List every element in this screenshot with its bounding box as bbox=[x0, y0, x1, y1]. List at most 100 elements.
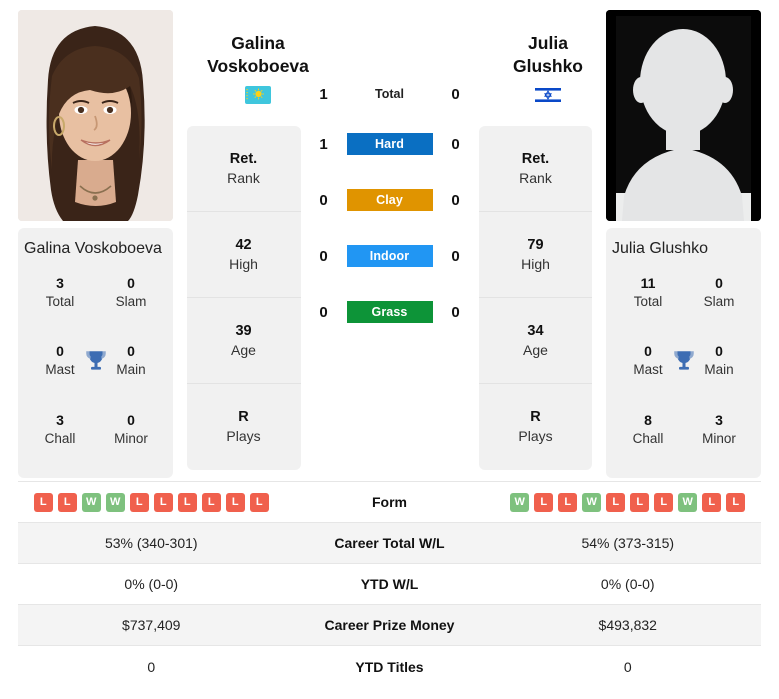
comparison-stats-table: LLWWLLLLLL Form WLLWLLLWLL 53% (340-301)… bbox=[18, 481, 761, 687]
stat-label: Career Total W/L bbox=[334, 535, 445, 551]
title-stat-label: Slam bbox=[115, 293, 147, 309]
flag-kazakhstan-icon bbox=[245, 85, 271, 104]
h2h-right-score: 0 bbox=[451, 247, 460, 265]
info-cell-plays: R Plays bbox=[187, 384, 301, 470]
left-player-last-name: Voskoboeva bbox=[207, 55, 309, 76]
h2h-left-score: 0 bbox=[319, 303, 328, 321]
form-badge-win[interactable]: W bbox=[582, 492, 602, 512]
title-stat-label: Mast bbox=[633, 362, 663, 378]
h2h-left-score: 0 bbox=[319, 191, 328, 209]
h2h-surface-label: Total bbox=[375, 87, 404, 101]
info-label: Rank bbox=[519, 169, 552, 186]
surface-badge-grass[interactable]: Grass bbox=[346, 301, 433, 323]
title-stat-label: Chall bbox=[44, 430, 76, 446]
info-label: Plays bbox=[226, 428, 261, 445]
title-stat: 0 Main bbox=[105, 342, 157, 379]
form-badge-loss[interactable]: L bbox=[534, 492, 554, 512]
title-stat: 0 Slam bbox=[693, 274, 745, 311]
surface-badge-indoor[interactable]: Indoor bbox=[346, 245, 433, 267]
h2h-left-score: 0 bbox=[319, 247, 328, 265]
info-label: High bbox=[229, 255, 258, 272]
titles-row: 3 Total 0 Slam bbox=[24, 274, 167, 311]
title-stat-label: Minor bbox=[114, 430, 148, 446]
right-player-last-name: Glushko bbox=[512, 55, 583, 76]
h2h-right-score: 0 bbox=[451, 135, 460, 153]
title-stat-label: Total bbox=[45, 293, 75, 309]
title-stat-value: 11 bbox=[640, 274, 656, 291]
title-stat: 0 Mast bbox=[34, 342, 86, 379]
title-stat-label: Mast bbox=[45, 362, 75, 378]
form-badge-loss[interactable]: L bbox=[630, 492, 650, 512]
left-player-column: Galina Voskoboeva 3 Total 0 Slam 0 Mast … bbox=[18, 10, 173, 478]
h2h-row-grass: 0 Grass 0 bbox=[301, 284, 479, 340]
left-player-photo[interactable] bbox=[18, 10, 173, 221]
form-badge-win[interactable]: W bbox=[81, 492, 101, 512]
h2h-right-score: 0 bbox=[451, 191, 460, 209]
info-cell-rank: Ret. Rank bbox=[478, 126, 593, 212]
title-stat-label: Main bbox=[704, 362, 734, 378]
form-badge-loss[interactable]: L bbox=[654, 492, 674, 512]
titles-row: 11 Total 0 Slam bbox=[612, 274, 755, 311]
stat-label: Career Prize Money bbox=[324, 617, 455, 633]
table-row-career-prize-money: $737,409 Career Prize Money $493,832 bbox=[18, 605, 761, 646]
title-stat: 3 Total bbox=[34, 274, 86, 311]
title-stat-value: 3 bbox=[56, 412, 64, 429]
title-stat-value: 8 bbox=[644, 412, 652, 429]
info-value: 79 bbox=[527, 236, 544, 253]
form-badge-loss[interactable]: L bbox=[153, 492, 173, 512]
stat-label: Form bbox=[372, 494, 407, 510]
right-player-column: Julia Glushko 11 Total 0 Slam 0 Mast 0 M… bbox=[606, 10, 761, 478]
form-badge-loss[interactable]: L bbox=[558, 492, 578, 512]
info-label: Age bbox=[231, 341, 256, 358]
right-player-first-name: Julia bbox=[528, 33, 568, 53]
title-stat-value: 0 bbox=[127, 274, 135, 291]
form-badge-win[interactable]: W bbox=[678, 492, 698, 512]
surface-badge-hard[interactable]: Hard bbox=[346, 133, 433, 155]
title-stat-value: 3 bbox=[56, 274, 64, 291]
title-stat-value: 0 bbox=[715, 343, 723, 360]
flag-israel-icon bbox=[535, 85, 561, 104]
form-badge-loss[interactable]: L bbox=[201, 492, 221, 512]
info-cell-rank: Ret. Rank bbox=[186, 126, 301, 212]
column-spacer bbox=[173, 10, 187, 478]
titles-row: 3 Chall 0 Minor bbox=[24, 411, 167, 448]
left-stat-value: 53% (340-301) bbox=[104, 535, 198, 551]
trophy-icon bbox=[671, 348, 697, 374]
right-stat-value: 54% (373-315) bbox=[581, 535, 675, 551]
form-badge-loss[interactable]: L bbox=[57, 492, 77, 512]
form-badge-loss[interactable]: L bbox=[129, 492, 149, 512]
info-cell-plays: R Plays bbox=[479, 384, 593, 470]
form-badge-loss[interactable]: L bbox=[33, 492, 53, 512]
stat-label: YTD W/L bbox=[360, 576, 419, 592]
form-badge-loss[interactable]: L bbox=[702, 492, 722, 512]
title-stat: 11 Total bbox=[622, 274, 674, 311]
info-label: Plays bbox=[518, 428, 553, 445]
form-badge-loss[interactable]: L bbox=[606, 492, 626, 512]
left-player-titles-card: Galina Voskoboeva 3 Total 0 Slam 0 Mast … bbox=[18, 228, 173, 478]
right-form-badges: WLLWLLLWLL bbox=[495, 492, 762, 512]
info-value: R bbox=[238, 409, 249, 426]
surface-badge-clay[interactable]: Clay bbox=[346, 189, 433, 211]
form-badge-loss[interactable]: L bbox=[177, 492, 197, 512]
title-stat: 8 Chall bbox=[622, 411, 674, 448]
left-stat-value: $737,409 bbox=[122, 617, 181, 633]
form-badge-loss[interactable]: L bbox=[726, 492, 746, 512]
right-stat-value: $493,832 bbox=[598, 617, 657, 633]
title-stat-value: 0 bbox=[715, 274, 723, 291]
table-row-career-total-wl: 53% (340-301) Career Total W/L 54% (373-… bbox=[18, 523, 761, 564]
avatar-placeholder-icon bbox=[606, 10, 761, 221]
head-to-head-table: 1 Total 0 1 Hard 0 0 Clay 0 0 Indoor 0 0… bbox=[301, 72, 479, 340]
right-player-name-block[interactable]: Julia Glushko bbox=[478, 32, 618, 104]
form-badge-win[interactable]: W bbox=[105, 492, 125, 512]
form-badge-loss[interactable]: L bbox=[249, 492, 269, 512]
form-badge-loss[interactable]: L bbox=[225, 492, 245, 512]
right-player-photo[interactable] bbox=[606, 10, 761, 221]
form-badge-win[interactable]: W bbox=[510, 492, 530, 512]
right-player-titles-card: Julia Glushko 11 Total 0 Slam 0 Mast 0 M… bbox=[606, 228, 761, 478]
info-value: 34 bbox=[527, 322, 544, 339]
left-player-name-block[interactable]: Galina Voskoboeva bbox=[188, 32, 328, 104]
info-cell-high: 42 High bbox=[186, 212, 301, 298]
title-stat: 0 Main bbox=[693, 342, 745, 379]
right-player-info-card: Ret. Rank 79 High 34 Age R Plays bbox=[478, 126, 593, 470]
title-stat: 0 Slam bbox=[105, 274, 157, 311]
